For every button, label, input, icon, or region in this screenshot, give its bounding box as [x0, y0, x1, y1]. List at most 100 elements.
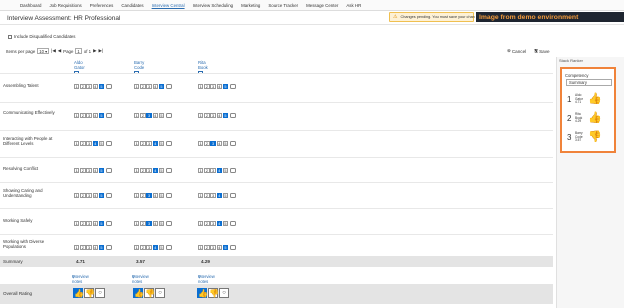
nav-item[interactable]: Interview Scheduling	[193, 3, 234, 8]
comment-icon[interactable]	[105, 84, 112, 90]
rating-option[interactable]: 2	[204, 221, 210, 227]
rating-option[interactable]: 4	[216, 168, 222, 174]
rating-option[interactable]: 5	[98, 193, 105, 199]
rating-option[interactable]: 2	[80, 113, 86, 119]
comment-icon[interactable]	[229, 168, 236, 174]
thumbs-up-icon[interactable]: 👍	[197, 288, 208, 298]
cancel-button[interactable]: ⊗ Cancel	[507, 47, 526, 55]
rating-option[interactable]: 3	[210, 84, 216, 90]
rating-option[interactable]: 2	[204, 84, 210, 90]
rating-option[interactable]: 3	[86, 168, 92, 174]
comment-icon[interactable]	[165, 141, 172, 147]
rating-option[interactable]: 3	[210, 221, 216, 227]
comment-icon[interactable]	[105, 168, 112, 174]
rating-option[interactable]: 1	[134, 84, 140, 90]
rating-option[interactable]: 1	[134, 168, 140, 174]
rating-option[interactable]: 5	[222, 221, 229, 227]
rating-option[interactable]: 1	[134, 245, 140, 251]
next-page-icon[interactable]: ▶	[93, 48, 96, 54]
rating-option[interactable]: 5	[98, 168, 105, 174]
nav-item[interactable]: Candidates	[121, 3, 143, 8]
rating-option[interactable]: 5	[222, 141, 229, 147]
nav-item[interactable]: Marketing	[241, 3, 260, 8]
rating-option[interactable]: 5	[222, 84, 229, 90]
comment-icon[interactable]	[165, 168, 172, 174]
rating-option[interactable]: 3	[146, 141, 152, 147]
rating-option[interactable]: 1	[198, 221, 204, 227]
rating-option[interactable]: 3	[146, 221, 152, 227]
rating-option[interactable]: 1	[198, 141, 204, 147]
rating-option[interactable]: 3	[86, 113, 92, 119]
rating-option[interactable]: 2	[80, 141, 86, 147]
rating-option[interactable]: 4	[216, 84, 222, 90]
comment-icon[interactable]	[229, 221, 236, 227]
neutral-icon[interactable]: ○	[155, 288, 165, 298]
rating-option[interactable]: 2	[140, 84, 146, 90]
nav-item[interactable]: Message Center	[306, 3, 338, 8]
rating-option[interactable]: 2	[140, 193, 146, 199]
rating-option[interactable]: 1	[198, 245, 204, 251]
include-disqualified-checkbox[interactable]	[8, 34, 12, 39]
thumbs-down-icon[interactable]: 👎	[208, 288, 219, 298]
rating-option[interactable]: 3	[86, 245, 92, 251]
rating-option[interactable]: 1	[198, 193, 204, 199]
rating-option[interactable]: 5	[98, 84, 105, 90]
rating-option[interactable]: 2	[204, 113, 210, 119]
rating-option[interactable]: 5	[222, 168, 229, 174]
rating-option[interactable]: 2	[80, 84, 86, 90]
rating-option[interactable]: 5	[158, 221, 165, 227]
rating-option[interactable]: 3	[146, 113, 152, 119]
comment-icon[interactable]	[105, 113, 112, 119]
rating-option[interactable]: 4	[152, 193, 158, 199]
rating-option[interactable]: 2	[140, 168, 146, 174]
thumbs-down-icon[interactable]: 👎	[84, 288, 95, 298]
save-button[interactable]: 🖫 Save	[534, 47, 549, 55]
comment-icon[interactable]	[165, 245, 172, 251]
items-per-page-select[interactable]: 10 ▾	[37, 48, 50, 54]
rating-option[interactable]: 3	[210, 193, 216, 199]
comment-icon[interactable]	[229, 193, 236, 199]
rating-option[interactable]: 5	[98, 245, 105, 251]
comment-icon[interactable]	[105, 193, 112, 199]
rating-option[interactable]: 5	[222, 245, 229, 251]
rating-option[interactable]: 1	[74, 245, 80, 251]
rating-option[interactable]: 3	[146, 168, 152, 174]
neutral-icon[interactable]: ○	[95, 288, 105, 298]
nav-item[interactable]: Ask HR	[346, 3, 361, 8]
rating-option[interactable]: 2	[204, 245, 210, 251]
comment-icon[interactable]	[229, 84, 236, 90]
rating-option[interactable]: 4	[92, 245, 98, 251]
rating-option[interactable]: 4	[216, 113, 222, 119]
rating-option[interactable]: 1	[134, 141, 140, 147]
thumbs-up-icon[interactable]: 👍	[73, 288, 84, 298]
rating-option[interactable]: 3	[146, 245, 152, 251]
rating-option[interactable]: 2	[140, 245, 146, 251]
comment-icon[interactable]	[105, 221, 112, 227]
page-input[interactable]: 1	[75, 48, 82, 54]
rating-option[interactable]: 1	[74, 168, 80, 174]
comment-icon[interactable]	[229, 245, 236, 251]
rating-option[interactable]: 2	[80, 193, 86, 199]
rating-option[interactable]: 4	[152, 245, 158, 251]
rating-option[interactable]: 2	[80, 221, 86, 227]
rating-option[interactable]: 2	[80, 168, 86, 174]
rating-option[interactable]: 3	[210, 168, 216, 174]
rating-option[interactable]: 4	[92, 84, 98, 90]
rating-option[interactable]: 3	[146, 193, 152, 199]
rating-option[interactable]: 1	[74, 193, 80, 199]
rating-option[interactable]: 3	[86, 84, 92, 90]
rating-option[interactable]: 5	[98, 141, 105, 147]
last-page-icon[interactable]: ▶|	[98, 48, 103, 54]
rating-option[interactable]: 5	[158, 245, 165, 251]
comment-icon[interactable]	[165, 84, 172, 90]
rating-option[interactable]: 3	[210, 245, 216, 251]
rating-option[interactable]: 3	[86, 221, 92, 227]
rating-option[interactable]: 5	[98, 113, 105, 119]
rating-option[interactable]: 4	[216, 141, 222, 147]
rating-option[interactable]: 4	[92, 168, 98, 174]
rating-option[interactable]: 4	[216, 193, 222, 199]
rating-option[interactable]: 1	[134, 221, 140, 227]
rating-option[interactable]: 1	[198, 84, 204, 90]
rating-option[interactable]: 4	[92, 113, 98, 119]
rating-option[interactable]: 1	[74, 221, 80, 227]
